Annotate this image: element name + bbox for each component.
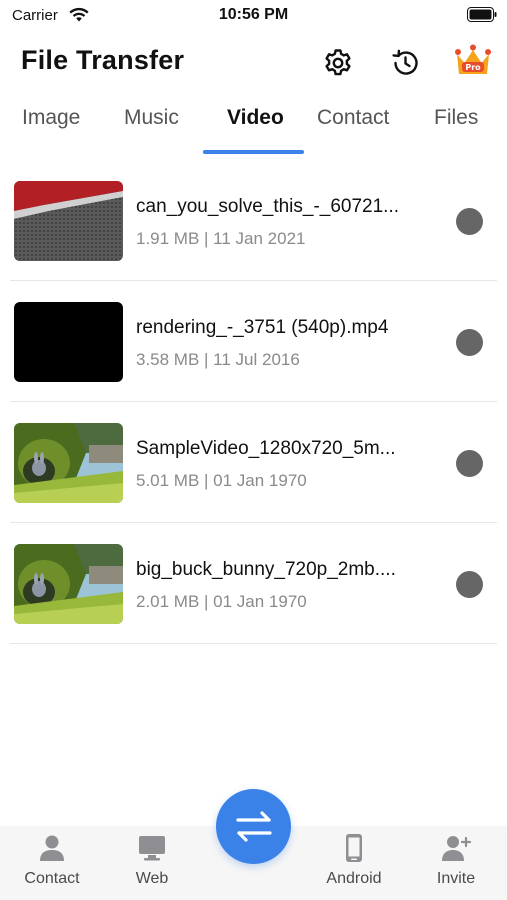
pro-crown-icon[interactable]: Pro bbox=[454, 44, 492, 80]
list-item[interactable]: can_you_solve_this_-_60721... 1.91 MB | … bbox=[10, 160, 497, 281]
clock: 10:56 PM bbox=[218, 6, 289, 23]
phone-icon bbox=[346, 834, 362, 862]
video-list: can_you_solve_this_-_60721... 1.91 MB | … bbox=[0, 160, 507, 644]
nav-web[interactable]: Web bbox=[112, 832, 192, 888]
file-meta: 2.01 MB | 01 Jan 1970 bbox=[136, 592, 307, 611]
video-thumbnail bbox=[14, 423, 123, 503]
page-title: File Transfer bbox=[21, 45, 185, 75]
nav-android[interactable]: Android bbox=[314, 832, 394, 888]
add-person-icon bbox=[442, 836, 472, 861]
file-meta: 3.58 MB | 11 Jul 2016 bbox=[136, 350, 300, 369]
nav-web-label: Web bbox=[135, 870, 169, 887]
video-thumbnail bbox=[14, 302, 123, 382]
person-icon bbox=[40, 835, 64, 861]
nav-contact[interactable]: Contact bbox=[12, 832, 92, 888]
tab-music[interactable]: Music bbox=[124, 106, 179, 130]
nav-android-label: Android bbox=[326, 870, 382, 887]
file-name: big_buck_bunny_720p_2mb.... bbox=[136, 559, 396, 580]
video-thumbnail bbox=[14, 544, 123, 624]
gear-icon[interactable] bbox=[322, 47, 354, 79]
active-tab-indicator bbox=[203, 150, 304, 154]
list-item[interactable]: SampleVideo_1280x720_5m... 5.01 MB | 01 … bbox=[10, 402, 497, 523]
category-tabs: Image Music Video Contact Files bbox=[0, 96, 507, 156]
video-thumbnail bbox=[14, 181, 123, 261]
pro-badge-label: Pro bbox=[465, 63, 481, 72]
file-meta: 5.01 MB | 01 Jan 1970 bbox=[136, 471, 307, 490]
nav-contact-label: Contact bbox=[24, 870, 80, 887]
tab-contact[interactable]: Contact bbox=[317, 106, 389, 130]
nav-invite-label: Invite bbox=[436, 870, 476, 887]
list-item[interactable]: big_buck_bunny_720p_2mb.... 2.01 MB | 01… bbox=[10, 523, 497, 644]
file-name: can_you_solve_this_-_60721... bbox=[136, 196, 400, 217]
tab-video[interactable]: Video bbox=[227, 106, 284, 130]
select-radio[interactable] bbox=[456, 208, 483, 235]
battery-icon bbox=[467, 7, 497, 22]
select-radio[interactable] bbox=[456, 329, 483, 356]
transfer-button[interactable] bbox=[216, 789, 291, 864]
nav-invite[interactable]: Invite bbox=[416, 832, 496, 888]
tab-image[interactable]: Image bbox=[22, 106, 80, 130]
history-icon[interactable] bbox=[389, 47, 421, 79]
app-header: File Transfer Pro bbox=[0, 38, 507, 88]
select-radio[interactable] bbox=[456, 450, 483, 477]
select-radio[interactable] bbox=[456, 571, 483, 598]
tab-files[interactable]: Files bbox=[434, 106, 478, 130]
status-bar: Carrier 10:56 PM bbox=[0, 0, 507, 30]
monitor-icon bbox=[139, 836, 165, 861]
file-name: rendering_-_3751 (540p).mp4 bbox=[136, 317, 389, 338]
file-name: SampleVideo_1280x720_5m... bbox=[136, 438, 396, 459]
file-meta: 1.91 MB | 11 Jan 2021 bbox=[136, 229, 306, 248]
list-item[interactable]: rendering_-_3751 (540p).mp4 3.58 MB | 11… bbox=[10, 281, 497, 402]
swap-arrows-icon bbox=[236, 811, 272, 842]
